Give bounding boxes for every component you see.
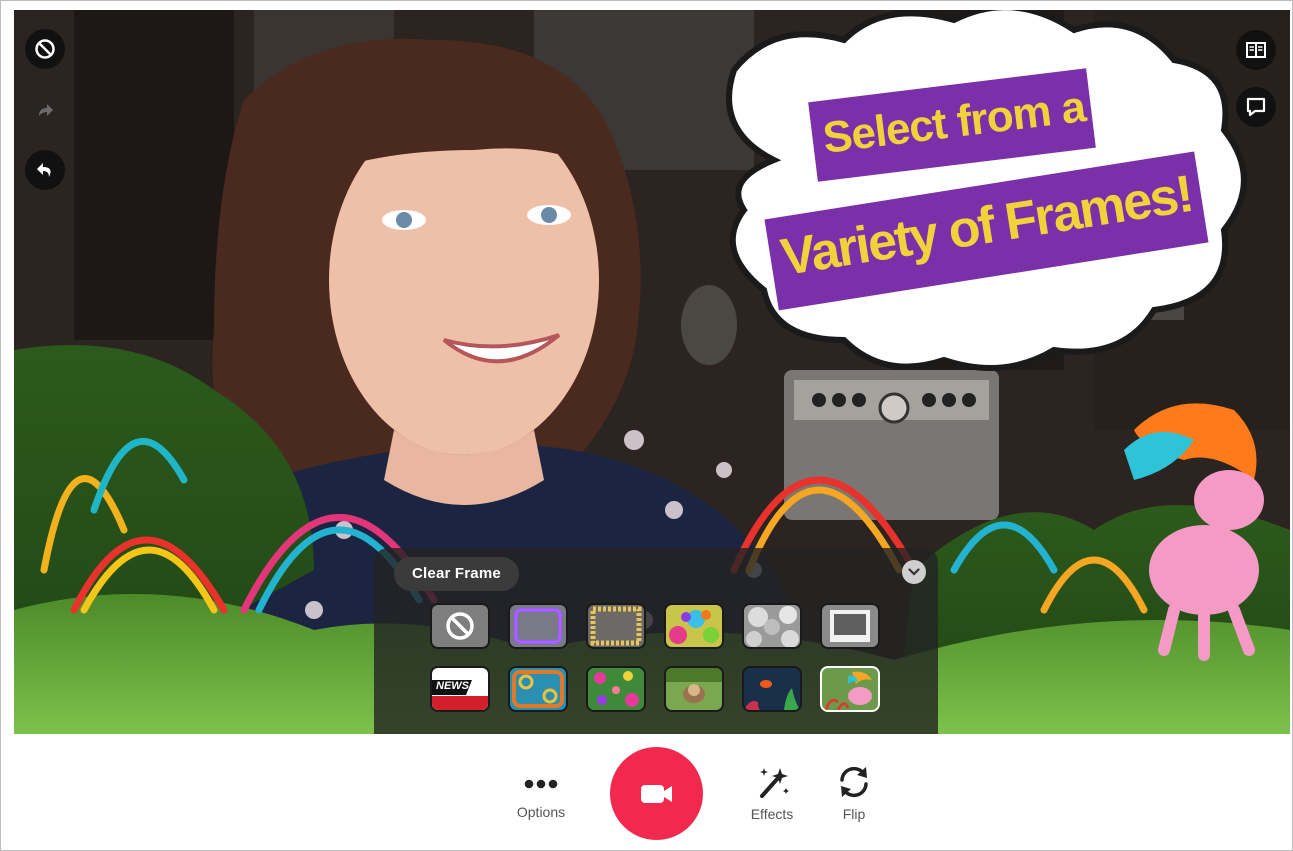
immersive-reader-button[interactable] — [1236, 30, 1276, 70]
ocean-thumbnail — [744, 680, 800, 710]
undo-button[interactable] — [25, 150, 65, 190]
flip-label: Flip — [842, 806, 866, 822]
screen-recording-button[interactable] — [1236, 87, 1276, 127]
neon-frame-thumbnail — [514, 608, 562, 644]
flowers-thumbnail — [594, 671, 639, 707]
effects-button[interactable]: Effects — [740, 764, 804, 822]
redo-button[interactable] — [25, 90, 65, 130]
book-icon — [1246, 42, 1266, 58]
pattern-thumbnail — [512, 670, 564, 708]
frame-tile-paint-splatter[interactable] — [664, 603, 724, 649]
frame-tile-flowers[interactable] — [586, 666, 646, 712]
collapse-panel-button[interactable] — [902, 560, 926, 584]
polaroid-thumbnail — [830, 610, 870, 642]
gold-frame-thumbnail — [590, 606, 642, 646]
bubbles-thumbnail — [746, 606, 799, 647]
frame-tile-news[interactable]: NEWS — [430, 666, 490, 712]
options-label: Options — [516, 804, 566, 820]
block-icon — [35, 39, 55, 59]
frame-tile-none[interactable] — [430, 603, 490, 649]
paint-splatter-thumbnail — [669, 610, 719, 644]
redo-icon — [39, 104, 53, 116]
clear-frame-button[interactable]: Clear Frame — [394, 557, 519, 591]
screen-icon — [1246, 97, 1266, 117]
unicorn-thumbnail — [824, 671, 872, 710]
flip-camera-icon — [840, 766, 868, 798]
magic-wand-icon — [760, 768, 789, 798]
flip-button[interactable]: Flip — [829, 764, 879, 822]
frame-tile-sloth[interactable] — [664, 666, 724, 712]
frame-tile-unicorn[interactable] — [820, 666, 880, 712]
undo-icon — [37, 163, 51, 177]
frame-tile-polaroid[interactable] — [820, 603, 880, 649]
sloth-thumbnail — [666, 668, 722, 703]
frame-tile-pattern[interactable] — [508, 666, 568, 712]
record-button[interactable] — [610, 747, 703, 840]
no-frame-icon — [446, 612, 474, 640]
frame-tile-neon-border[interactable] — [508, 603, 568, 649]
effects-label: Effects — [750, 806, 794, 822]
video-camera-icon — [640, 784, 672, 803]
more-dots-icon — [524, 779, 558, 789]
frames-panel: Clear Frame NEWS — [374, 548, 938, 734]
options-button[interactable]: Options — [507, 770, 575, 820]
clear-drawing-button[interactable] — [25, 29, 65, 69]
frame-tile-bubbles[interactable] — [742, 603, 802, 649]
chevron-down-icon — [908, 568, 920, 576]
frame-tile-ocean[interactable] — [742, 666, 802, 712]
frame-tile-gold-border[interactable] — [586, 603, 646, 649]
news-label: NEWS — [436, 680, 469, 692]
